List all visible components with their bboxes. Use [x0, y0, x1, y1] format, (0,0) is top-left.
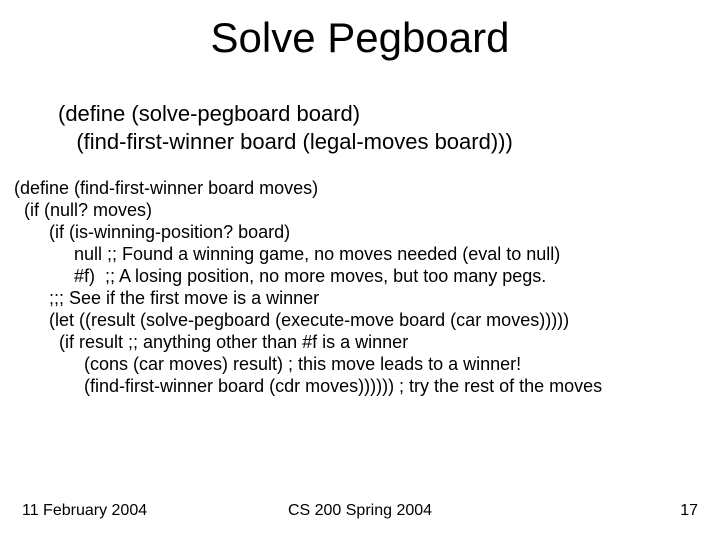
footer-course: CS 200 Spring 2004	[0, 502, 720, 520]
slide: Solve Pegboard (define (solve-pegboard b…	[0, 0, 720, 540]
code-line: (find-first-winner board (cdr moves)))))…	[14, 376, 602, 396]
code-line: null ;; Found a winning game, no moves n…	[14, 244, 560, 264]
code-line: #f) ;; A losing position, no more moves,…	[14, 266, 546, 286]
code-line: (define (find-first-winner board moves)	[14, 178, 318, 198]
code-line: (define (solve-pegboard board)	[58, 101, 360, 126]
code-block-solve-pegboard: (define (solve-pegboard board) (find-fir…	[58, 100, 700, 155]
code-line: (if (is-winning-position? board)	[14, 222, 290, 242]
code-line: ;;; See if the first move is a winner	[14, 288, 319, 308]
code-block-find-first-winner: (define (find-first-winner board moves) …	[14, 178, 710, 398]
code-line: (find-first-winner board (legal-moves bo…	[58, 129, 513, 154]
footer-page-number: 17	[680, 502, 698, 520]
code-line: (if (null? moves)	[14, 200, 152, 220]
code-line: (cons (car moves) result) ; this move le…	[14, 354, 521, 374]
slide-title: Solve Pegboard	[0, 14, 720, 62]
code-line: (if result ;; anything other than #f is …	[14, 332, 408, 352]
code-line: (let ((result (solve-pegboard (execute-m…	[14, 310, 569, 330]
